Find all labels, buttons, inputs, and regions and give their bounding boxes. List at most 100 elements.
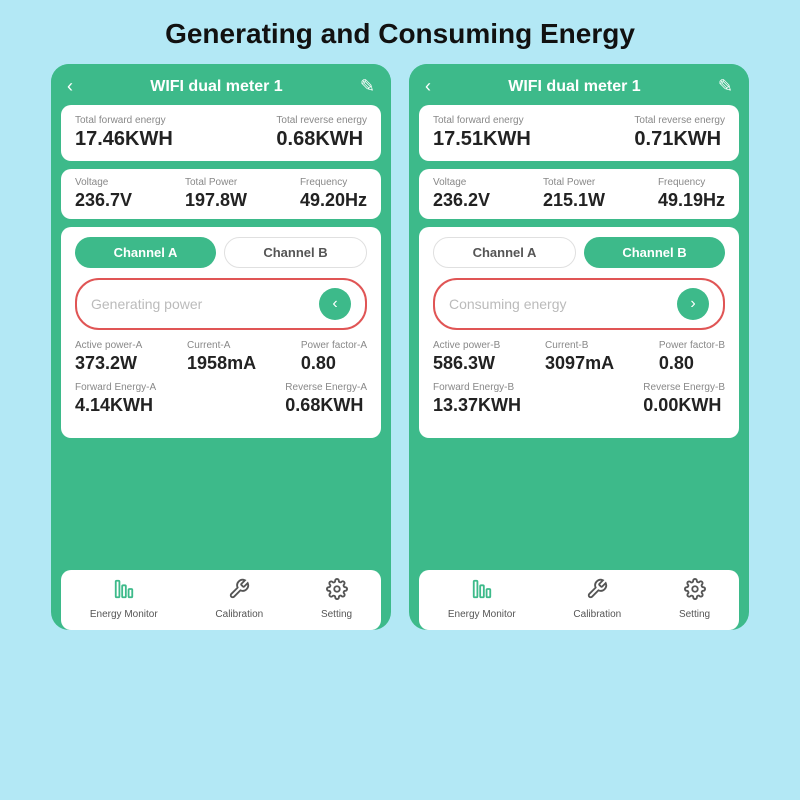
phone-left: ‹ WIFI dual meter 1 ✎ Total forward ener… <box>51 64 391 630</box>
nav-setting-right[interactable]: Setting <box>679 578 710 620</box>
voltage-label-left: Voltage <box>75 177 132 188</box>
frequency-label-right: Frequency <box>658 177 725 188</box>
setting-label-right: Setting <box>679 609 710 620</box>
nav-calibration-right[interactable]: Calibration <box>573 578 621 620</box>
voltage-right: Voltage 236.2V <box>433 177 490 211</box>
reverse-energy-ch-value-right: 0.00KWH <box>643 395 721 415</box>
total-power-left: Total Power 197.8W <box>185 177 247 211</box>
nav-circle-left[interactable]: ‹ <box>319 288 351 320</box>
reverse-energy-label-right: Total reverse energy <box>634 115 725 126</box>
stats-row-left: Voltage 236.7V Total Power 197.8W Freque… <box>61 169 381 219</box>
channel-tabs-right: Channel A Channel B Consuming energy › A… <box>419 227 739 438</box>
energy-summary-left: Total forward energy 17.46KWH Total reve… <box>61 105 381 161</box>
active-power-value-left: 373.2W <box>75 353 137 373</box>
phone-right-header: ‹ WIFI dual meter 1 ✎ <box>409 64 749 105</box>
status-text-right: Consuming energy <box>449 296 567 312</box>
active-power-left: Active power-A 373.2W <box>75 340 142 374</box>
forward-energy-ch-label-left: Forward Energy-A <box>75 382 156 393</box>
reverse-energy-ch-label-right: Reverse Energy-B <box>643 382 725 393</box>
reverse-energy-left: Total reverse energy 0.68KWH <box>276 115 367 151</box>
reverse-energy-ch-value-left: 0.68KWH <box>285 395 363 415</box>
bottom-nav-left: Energy Monitor Calibration Setting <box>61 570 381 630</box>
calibration-label-right: Calibration <box>573 609 621 620</box>
energy-summary-right: Total forward energy 17.51KWH Total reve… <box>419 105 739 161</box>
total-power-value-right: 215.1W <box>543 190 605 210</box>
setting-icon-right <box>684 578 706 606</box>
calibration-icon-right <box>586 578 608 606</box>
frequency-label-left: Frequency <box>300 177 367 188</box>
setting-label-left: Setting <box>321 609 352 620</box>
forward-energy-ch-label-right: Forward Energy-B <box>433 382 521 393</box>
status-bar-right: Consuming energy › <box>433 278 725 330</box>
back-icon-left[interactable]: ‹ <box>67 76 73 97</box>
back-icon-right[interactable]: ‹ <box>425 76 431 97</box>
energy-monitor-icon-right <box>471 578 493 606</box>
energy-monitor-label-left: Energy Monitor <box>90 609 158 620</box>
forward-energy-value-right: 17.51KWH <box>433 128 531 150</box>
reverse-energy-ch-label-left: Reverse Energy-A <box>285 382 367 393</box>
frequency-value-right: 49.19Hz <box>658 190 725 210</box>
active-power-right: Active power-B 586.3W <box>433 340 500 374</box>
voltage-label-right: Voltage <box>433 177 490 188</box>
edit-icon-right[interactable]: ✎ <box>718 76 733 97</box>
active-power-label-left: Active power-A <box>75 340 142 351</box>
nav-calibration-left[interactable]: Calibration <box>215 578 263 620</box>
forward-energy-left: Total forward energy 17.46KWH <box>75 115 173 151</box>
setting-icon-left <box>326 578 348 606</box>
reverse-energy-ch-right: Reverse Energy-B 0.00KWH <box>643 382 725 416</box>
power-factor-left: Power factor-A 0.80 <box>301 340 367 374</box>
forward-energy-value-left: 17.46KWH <box>75 128 173 150</box>
current-label-right: Current-B <box>545 340 614 351</box>
forward-energy-ch-right: Forward Energy-B 13.37KWH <box>433 382 521 416</box>
header-title-right: WIFI dual meter 1 <box>508 78 640 96</box>
edit-icon-left[interactable]: ✎ <box>360 76 375 97</box>
phone-left-header: ‹ WIFI dual meter 1 ✎ <box>51 64 391 105</box>
forward-energy-label-left: Total forward energy <box>75 115 173 126</box>
forward-energy-label-right: Total forward energy <box>433 115 531 126</box>
energy-monitor-icon-left <box>113 578 135 606</box>
reverse-energy-right: Total reverse energy 0.71KWH <box>634 115 725 151</box>
frequency-left: Frequency 49.20Hz <box>300 177 367 211</box>
forward-energy-ch-value-right: 13.37KWH <box>433 395 521 415</box>
nav-circle-right[interactable]: › <box>677 288 709 320</box>
total-power-value-left: 197.8W <box>185 190 247 210</box>
status-text-left: Generating power <box>91 296 202 312</box>
total-power-label-right: Total Power <box>543 177 605 188</box>
calibration-icon-left <box>228 578 250 606</box>
current-right: Current-B 3097mA <box>545 340 614 374</box>
channel-a-tab-right[interactable]: Channel A <box>433 237 576 268</box>
header-title-left: WIFI dual meter 1 <box>150 78 282 96</box>
reverse-energy-ch-left: Reverse Energy-A 0.68KWH <box>285 382 367 416</box>
forward-energy-right: Total forward energy 17.51KWH <box>433 115 531 151</box>
total-power-right: Total Power 215.1W <box>543 177 605 211</box>
reverse-energy-label-left: Total reverse energy <box>276 115 367 126</box>
nav-energy-monitor-left[interactable]: Energy Monitor <box>90 578 158 620</box>
power-factor-value-left: 0.80 <box>301 353 336 373</box>
reverse-energy-value-right: 0.71KWH <box>634 128 721 150</box>
channel-b-tab-left[interactable]: Channel B <box>224 237 367 268</box>
nav-setting-left[interactable]: Setting <box>321 578 352 620</box>
nav-energy-monitor-right[interactable]: Energy Monitor <box>448 578 516 620</box>
power-factor-right: Power factor-B 0.80 <box>659 340 725 374</box>
voltage-value-left: 236.7V <box>75 190 132 210</box>
active-power-value-right: 586.3W <box>433 353 495 373</box>
channel-b-tab-right[interactable]: Channel B <box>584 237 725 268</box>
frequency-right: Frequency 49.19Hz <box>658 177 725 211</box>
stats-row-right: Voltage 236.2V Total Power 215.1W Freque… <box>419 169 739 219</box>
phone-right: ‹ WIFI dual meter 1 ✎ Total forward ener… <box>409 64 749 630</box>
total-power-label-left: Total Power <box>185 177 247 188</box>
reverse-energy-value-left: 0.68KWH <box>276 128 363 150</box>
voltage-left: Voltage 236.7V <box>75 177 132 211</box>
current-value-right: 3097mA <box>545 353 614 373</box>
channel-tabs-left: Channel A Channel B Generating power ‹ A… <box>61 227 381 438</box>
energy-monitor-label-right: Energy Monitor <box>448 609 516 620</box>
voltage-value-right: 236.2V <box>433 190 490 210</box>
bottom-nav-right: Energy Monitor Calibration Setting <box>419 570 739 630</box>
current-left: Current-A 1958mA <box>187 340 256 374</box>
active-power-label-right: Active power-B <box>433 340 500 351</box>
channel-a-tab-left[interactable]: Channel A <box>75 237 216 268</box>
power-factor-label-left: Power factor-A <box>301 340 367 351</box>
calibration-label-left: Calibration <box>215 609 263 620</box>
current-label-left: Current-A <box>187 340 256 351</box>
status-bar-left: Generating power ‹ <box>75 278 367 330</box>
